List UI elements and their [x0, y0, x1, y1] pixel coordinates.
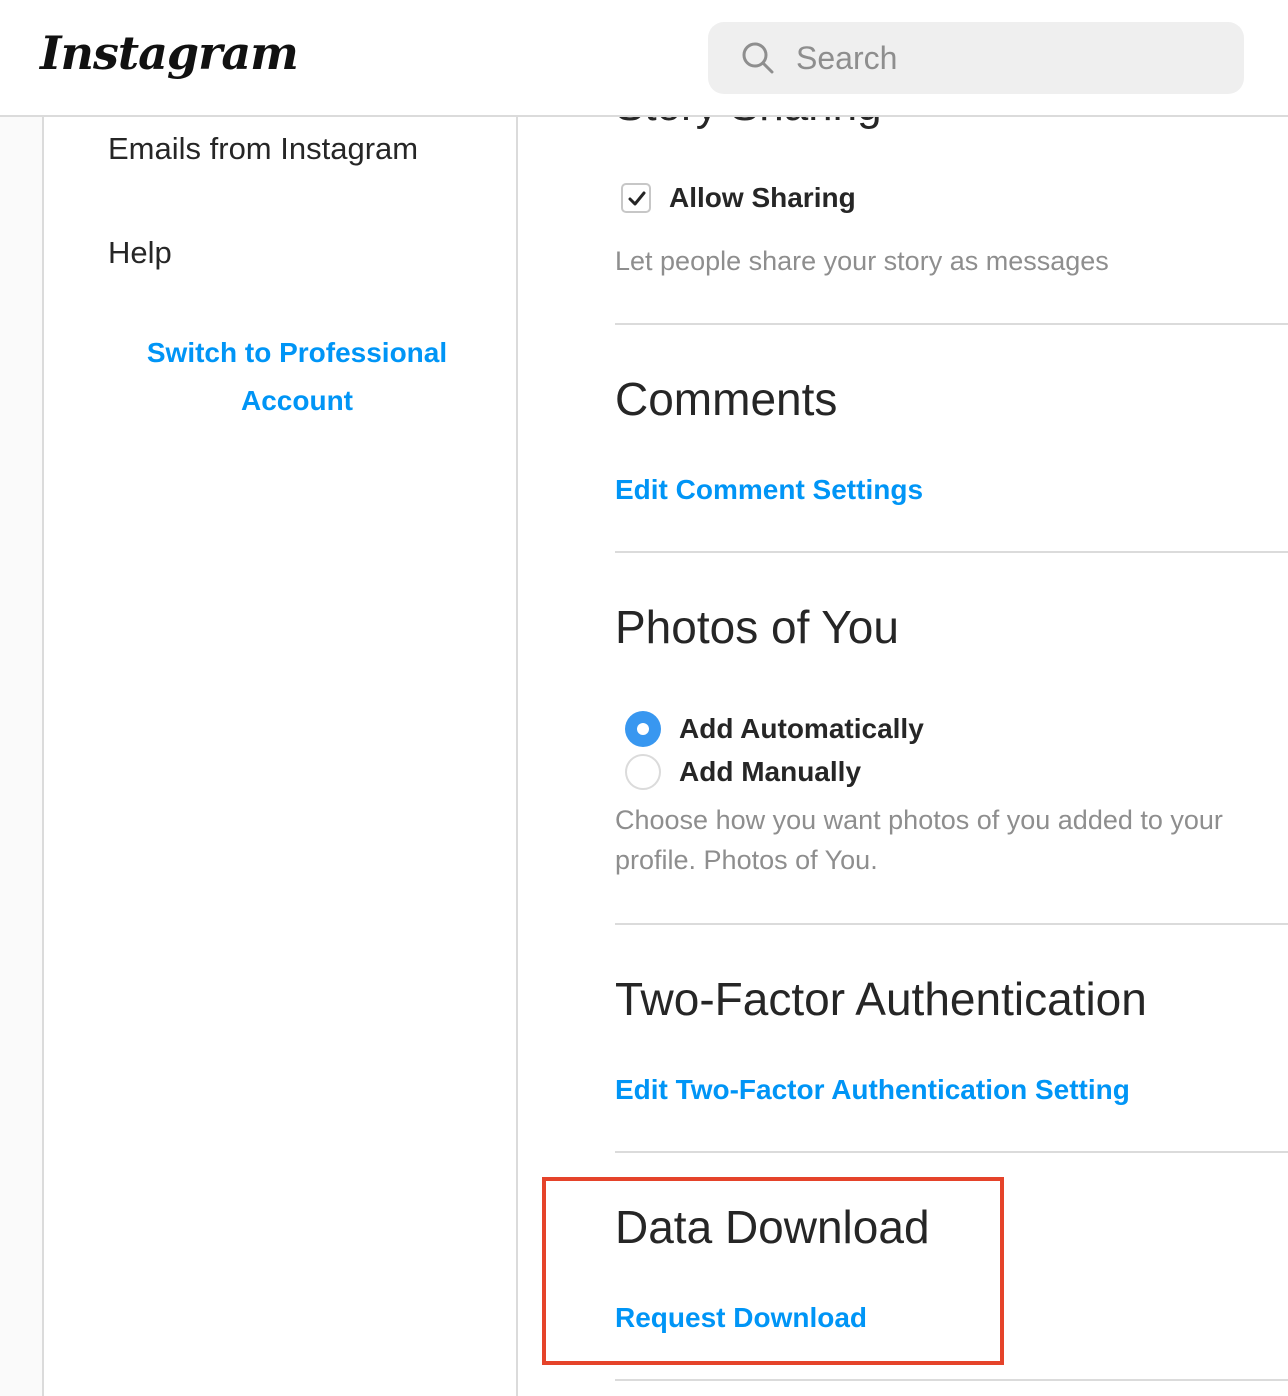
- sidebar-item-emails[interactable]: Emails from Instagram: [108, 131, 418, 167]
- add-automatically-label[interactable]: Add Automatically: [679, 713, 924, 745]
- sidebar-item-help[interactable]: Help: [108, 235, 172, 271]
- add-manually-option[interactable]: Add Manually: [625, 754, 861, 790]
- story-sharing-help: Let people share your story as messages: [615, 246, 1109, 276]
- edit-comment-settings-link[interactable]: Edit Comment Settings: [615, 474, 923, 506]
- search-icon: [742, 42, 774, 74]
- photos-of-you-help: Choose how you want photos of you added …: [615, 805, 1223, 875]
- edit-two-factor-link[interactable]: Edit Two-Factor Authentication Setting: [615, 1074, 1130, 1106]
- allow-sharing-label[interactable]: Allow Sharing: [669, 182, 856, 214]
- checkmark-icon: [628, 191, 646, 206]
- section-title-story-sharing: Story Sharing: [615, 117, 882, 131]
- divider: [615, 923, 1288, 925]
- section-title-photos-of-you: Photos of You: [615, 601, 899, 653]
- settings-sidebar: Emails from Instagram Help Switch to Pro…: [44, 117, 518, 1396]
- radio-selected-icon[interactable]: [625, 711, 661, 747]
- settings-panel: Emails from Instagram Help Switch to Pro…: [42, 117, 1288, 1396]
- section-title-two-factor: Two-Factor Authentication: [615, 973, 1147, 1025]
- request-download-link[interactable]: Request Download: [615, 1302, 867, 1334]
- section-title-data-download: Data Download: [615, 1201, 930, 1253]
- search-box[interactable]: [708, 22, 1244, 94]
- radio-unselected-icon[interactable]: [625, 754, 661, 790]
- privacy-content: Story Sharing Allow Sharing Let people s…: [518, 117, 1288, 1396]
- switch-professional-link[interactable]: Switch to Professional Account: [122, 329, 472, 425]
- add-manually-label[interactable]: Add Manually: [679, 756, 861, 788]
- section-title-comments: Comments: [615, 373, 838, 425]
- instagram-logo[interactable]: Instagram: [40, 26, 299, 80]
- top-nav: Instagram: [0, 0, 1288, 117]
- allow-sharing-row[interactable]: Allow Sharing: [621, 182, 856, 214]
- allow-sharing-checkbox[interactable]: [621, 183, 651, 213]
- divider: [615, 1151, 1288, 1153]
- divider: [615, 551, 1288, 553]
- divider: [615, 1379, 1288, 1381]
- search-input[interactable]: [796, 22, 1216, 94]
- add-automatically-option[interactable]: Add Automatically: [625, 711, 924, 747]
- divider: [615, 323, 1288, 325]
